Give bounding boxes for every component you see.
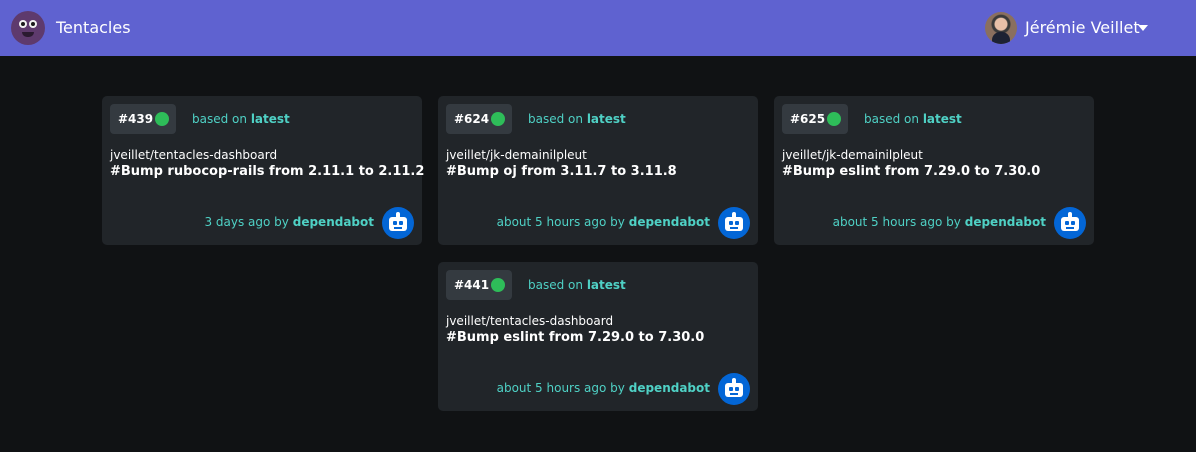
base-branch: based on latest xyxy=(864,112,962,126)
status-dot-icon xyxy=(491,112,505,126)
pr-meta: about 5 hours ago by dependabot xyxy=(496,381,710,395)
status-dot-icon xyxy=(491,278,505,292)
pr-title[interactable]: #Bump oj from 3.11.7 to 3.11.8 xyxy=(446,164,677,180)
pr-meta: 3 days ago by dependabot xyxy=(204,215,374,229)
brand-name[interactable]: Tentacles xyxy=(56,18,131,38)
base-branch-name[interactable]: latest xyxy=(587,112,626,126)
user-avatar[interactable] xyxy=(985,12,1017,44)
repo-name[interactable]: jveillet/jk-demainilpleut xyxy=(782,148,923,162)
repo-name[interactable]: jveillet/jk-demainilpleut xyxy=(446,148,587,162)
tentacles-logo-icon[interactable] xyxy=(11,11,45,45)
status-dot-icon xyxy=(827,112,841,126)
dependabot-avatar-icon[interactable] xyxy=(1054,207,1086,239)
pr-meta: about 5 hours ago by dependabot xyxy=(832,215,1046,229)
pull-request-card[interactable]: #441 based on latest jveillet/tentacles-… xyxy=(438,262,758,411)
pull-request-card[interactable]: #624 based on latest jveillet/jk-demaini… xyxy=(438,96,758,245)
pr-author[interactable]: dependabot xyxy=(629,381,710,395)
chevron-down-icon[interactable] xyxy=(1138,25,1148,31)
base-branch: based on latest xyxy=(528,112,626,126)
pr-title[interactable]: #Bump eslint from 7.29.0 to 7.30.0 xyxy=(782,164,1040,180)
pr-number: #624 xyxy=(454,112,490,126)
repo-name[interactable]: jveillet/tentacles-dashboard xyxy=(110,148,277,162)
dependabot-avatar-icon[interactable] xyxy=(382,207,414,239)
pr-author[interactable]: dependabot xyxy=(629,215,710,229)
pr-badge[interactable]: #624 xyxy=(446,104,512,134)
dependabot-avatar-icon[interactable] xyxy=(718,373,750,405)
pr-number: #439 xyxy=(118,112,154,126)
pr-meta: about 5 hours ago by dependabot xyxy=(496,215,710,229)
base-branch: based on latest xyxy=(192,112,290,126)
base-branch-name[interactable]: latest xyxy=(587,278,626,292)
pr-badge[interactable]: #441 xyxy=(446,270,512,300)
navbar: Tentacles Jérémie Veillet xyxy=(0,0,1196,56)
pr-title[interactable]: #Bump rubocop-rails from 2.11.1 to 2.11.… xyxy=(110,164,424,180)
base-branch: based on latest xyxy=(528,278,626,292)
dependabot-avatar-icon[interactable] xyxy=(718,207,750,239)
pr-badge[interactable]: #625 xyxy=(782,104,848,134)
pr-number: #441 xyxy=(454,278,490,292)
pr-badge[interactable]: #439 xyxy=(110,104,176,134)
pr-number: #625 xyxy=(790,112,826,126)
user-menu-toggle[interactable]: Jérémie Veillet xyxy=(1025,18,1140,38)
pull-request-card[interactable]: #439 based on latest jveillet/tentacles-… xyxy=(102,96,424,245)
pr-author[interactable]: dependabot xyxy=(293,215,374,229)
pr-title[interactable]: #Bump eslint from 7.29.0 to 7.30.0 xyxy=(446,330,704,346)
base-branch-name[interactable]: latest xyxy=(251,112,290,126)
status-dot-icon xyxy=(155,112,169,126)
repo-name[interactable]: jveillet/tentacles-dashboard xyxy=(446,314,613,328)
pr-author[interactable]: dependabot xyxy=(965,215,1046,229)
base-branch-name[interactable]: latest xyxy=(923,112,962,126)
pull-request-card[interactable]: #625 based on latest jveillet/jk-demaini… xyxy=(774,96,1094,245)
